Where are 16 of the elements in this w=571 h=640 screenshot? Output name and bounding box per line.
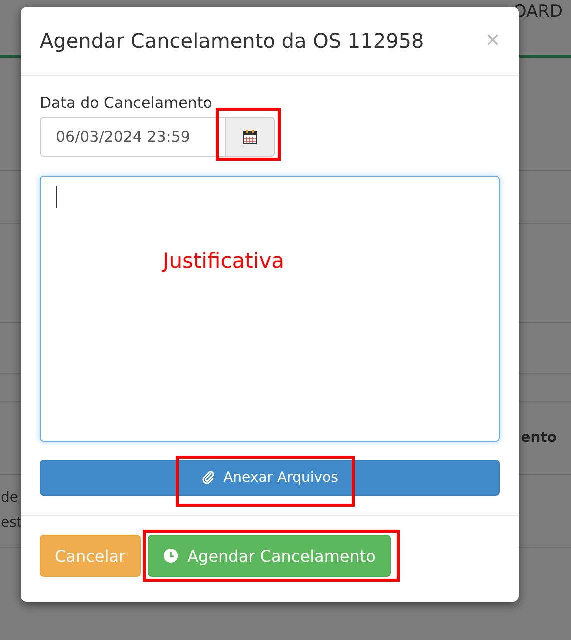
- justification-field[interactable]: Justificativa: [40, 176, 500, 442]
- table-cell-text: est: [1, 514, 22, 533]
- calendar-icon: [242, 129, 258, 145]
- clock-icon: [162, 548, 179, 564]
- modal-title: Agendar Cancelamento da OS 112958: [40, 29, 424, 53]
- cancel-button[interactable]: Cancelar: [40, 535, 141, 577]
- table-cell-text: de: [1, 489, 20, 508]
- paperclip-icon: [202, 471, 216, 485]
- attach-files-button[interactable]: Anexar Arquivos: [40, 460, 500, 496]
- annotation-text: Justificativa: [163, 249, 285, 273]
- field-label: Data do Cancelamento: [40, 94, 214, 112]
- date-field[interactable]: 06/03/2024 23:59: [40, 117, 226, 157]
- column-header: ento: [521, 428, 557, 448]
- schedule-button[interactable]: Agendar Cancelamento: [148, 535, 391, 577]
- close-button[interactable]: ×: [486, 29, 500, 53]
- calendar-button[interactable]: [226, 117, 275, 157]
